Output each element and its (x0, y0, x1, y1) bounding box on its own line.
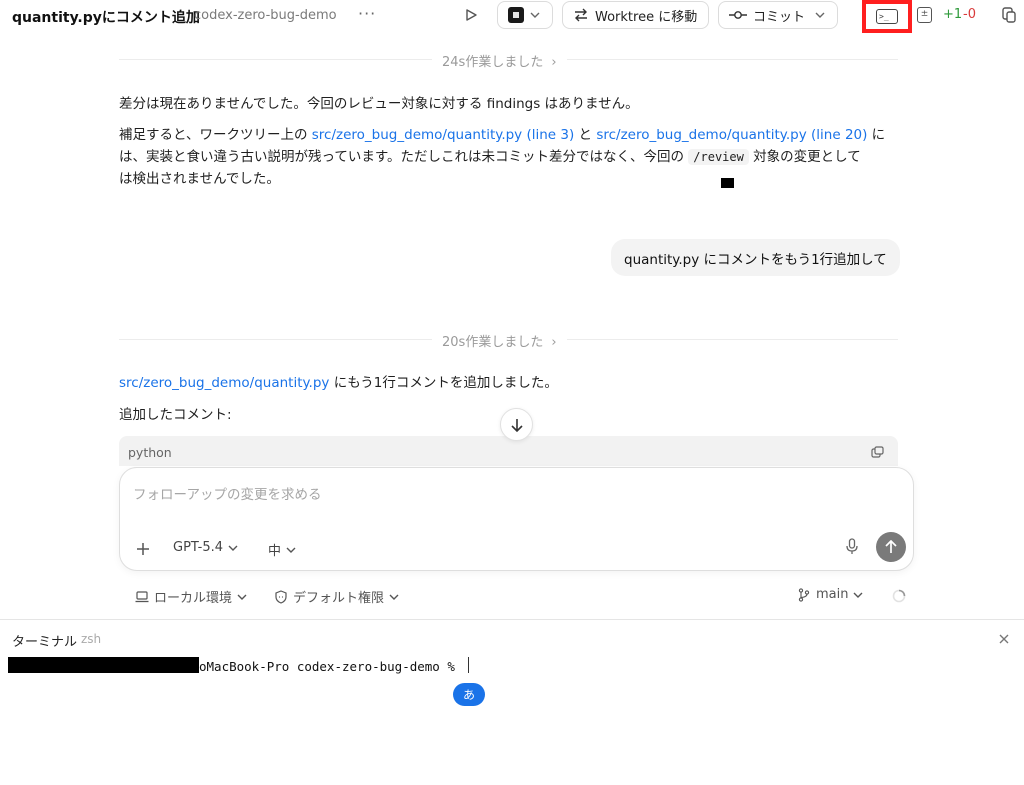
work-summary-label: 20s作業しました (442, 335, 544, 350)
terminal-shell: zsh (81, 632, 102, 646)
file-link[interactable]: src/zero_bug_demo/quantity.py (line 3) (312, 127, 574, 143)
swap-arrows-icon (575, 8, 587, 22)
close-icon (999, 634, 1009, 644)
worktree-label: Worktree に移動 (595, 9, 698, 25)
assistant-message-label: 追加したコメント: (119, 407, 232, 423)
redacted-username (8, 657, 199, 673)
app-icon (508, 7, 524, 23)
toggle-terminal-button[interactable]: >_ (862, 0, 912, 33)
commit-icon (729, 11, 747, 19)
text: と (574, 127, 597, 143)
microphone-icon (846, 538, 858, 554)
copy-icon[interactable] (1000, 6, 1018, 24)
effort-label: 中 (268, 544, 282, 559)
chevron-down-icon (237, 594, 247, 600)
chevron-down-icon (853, 592, 863, 598)
play-icon (466, 9, 477, 21)
text: にもう1行コメントを追加しました。 (329, 375, 558, 391)
work-summary-label: 24s作業しました (442, 55, 544, 70)
git-branch-icon (798, 587, 810, 602)
text: は、実装と食い違う古い説明が残っています。ただしこれは未コミット差分ではなく、今… (119, 149, 689, 165)
chevron-right-icon: › (551, 335, 557, 350)
diff-added-count[interactable]: +1 (943, 7, 962, 22)
model-label: GPT-5.4 (173, 540, 224, 555)
permission-label: デフォルト権限 (293, 591, 385, 606)
scroll-to-bottom-button[interactable] (500, 408, 533, 441)
commit-button[interactable]: コミット (718, 1, 838, 29)
permission-selector[interactable]: デフォルト権限 (274, 587, 399, 606)
arrow-up-icon (885, 540, 897, 553)
thread-title: quantity.pyにコメント追加 (12, 10, 200, 26)
chevron-right-icon: › (551, 55, 557, 70)
chevron-down-icon (530, 12, 540, 18)
composer-input[interactable]: フォローアップの変更を求める (133, 483, 321, 503)
commit-label: コミット (753, 9, 806, 25)
ime-indicator: あ (453, 683, 485, 706)
shield-icon (275, 589, 287, 604)
terminal-divider (0, 619, 1024, 620)
user-message: quantity.py にコメントをもう1行追加して (611, 239, 900, 276)
project-name[interactable]: codex-zero-bug-demo (194, 8, 337, 23)
environment-selector[interactable]: ローカル環境 (135, 587, 247, 606)
composer[interactable]: フォローアップの変更を求める GPT-5.4 中 (119, 467, 914, 571)
text: 対象の変更として (748, 149, 861, 165)
code-block: python (119, 436, 898, 466)
text: 補足すると、ワークツリー上の (119, 127, 312, 143)
inline-code: /review (688, 149, 749, 165)
terminal-icon: >_ (876, 9, 898, 24)
open-in-app-button[interactable] (497, 1, 553, 29)
more-menu-button[interactable]: ··· (358, 4, 376, 23)
terminal-title: ターミナル (12, 635, 78, 650)
diff-icon[interactable]: ± (917, 7, 932, 23)
redaction-mark (721, 178, 734, 188)
send-button[interactable] (876, 532, 906, 562)
arrow-down-icon (510, 418, 523, 432)
microphone-button[interactable] (846, 538, 858, 559)
environment-label: ローカル環境 (154, 591, 233, 606)
diff-removed-count[interactable]: -0 (963, 7, 976, 22)
add-attachment-button[interactable] (135, 538, 151, 562)
worktree-button[interactable]: Worktree に移動 (562, 1, 709, 29)
assistant-message-line: 差分は現在ありませんでした。今回のレビュー対象に対する findings はあり… (119, 96, 639, 112)
reasoning-effort-selector[interactable]: 中 (268, 540, 296, 559)
plus-icon (137, 543, 149, 555)
assistant-message-line: src/zero_bug_demo/quantity.py にもう1行コメントを… (119, 372, 558, 394)
file-link[interactable]: src/zero_bug_demo/quantity.py (119, 375, 329, 391)
loading-spinner-icon (892, 588, 906, 607)
work-summary-1[interactable]: 24s作業しました › (432, 51, 567, 70)
chevron-down-icon (228, 545, 238, 551)
terminal-prompt[interactable]: oMacBook-Pro codex-zero-bug-demo % (199, 659, 455, 674)
copy-code-icon[interactable] (871, 446, 884, 458)
assistant-message-paragraph: 補足すると、ワークツリー上の src/zero_bug_demo/quantit… (119, 124, 909, 190)
top-bar: quantity.pyにコメント追加 codex-zero-bug-demo ·… (0, 0, 1024, 33)
run-button[interactable] (462, 6, 480, 24)
text: に (867, 127, 886, 143)
chevron-down-icon (389, 594, 399, 600)
branch-selector[interactable]: main (798, 587, 863, 602)
chevron-down-icon (286, 547, 296, 553)
terminal-cursor (468, 657, 469, 673)
file-link[interactable]: src/zero_bug_demo/quantity.py (line 20) (596, 127, 867, 143)
chevron-down-icon (815, 12, 825, 18)
laptop-icon (135, 590, 149, 602)
model-selector[interactable]: GPT-5.4 (173, 540, 238, 555)
text: は検出されませんでした。 (119, 171, 280, 187)
work-summary-2[interactable]: 20s作業しました › (432, 331, 567, 350)
code-language: python (128, 445, 172, 460)
branch-label: main (816, 587, 849, 602)
close-terminal-button[interactable] (998, 630, 1010, 649)
